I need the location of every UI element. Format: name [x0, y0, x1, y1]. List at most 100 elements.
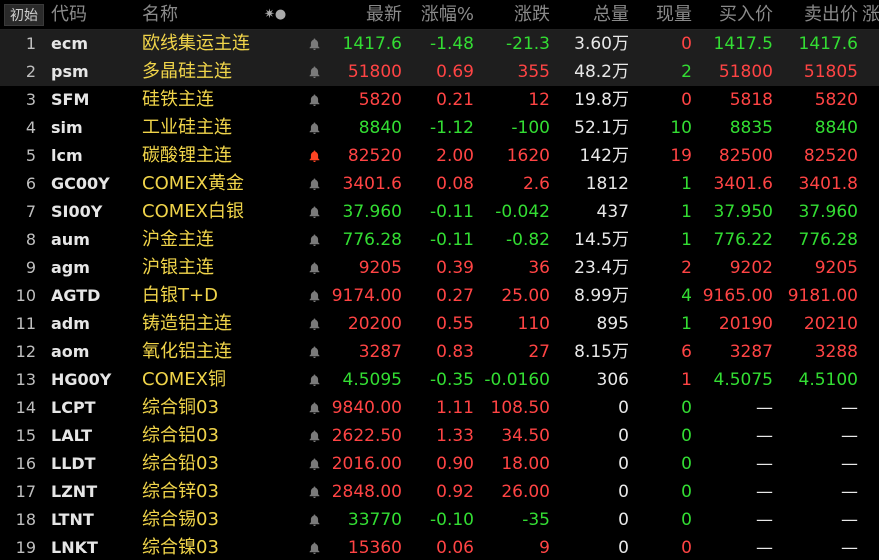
row-index: 12 [15, 342, 36, 361]
last-price: 2622.50 [331, 426, 402, 446]
table-row[interactable]: 17 LZNT 综合锌03 2848.00 0.92 26.00 0 0 — — [0, 478, 879, 506]
col-header-vol[interactable]: 总量 [555, 0, 629, 30]
row-index: 6 [25, 174, 36, 193]
symbol-code: HG00Y [51, 370, 112, 389]
bid-price: 3287 [729, 342, 773, 362]
bid-price: 51800 [718, 62, 773, 82]
col-header-name[interactable]: 名称 [142, 0, 222, 30]
total-volume: 437 [596, 202, 629, 222]
ask-price: 4.5100 [798, 370, 858, 390]
symbol-name: 沪银主连 [142, 257, 214, 278]
symbol-name: COMEX铜 [142, 369, 226, 390]
current-volume: 0 [681, 482, 692, 502]
table-row[interactable]: 4 sim 工业硅主连 8840 -1.12 -100 52.1万 10 8835 8840 [0, 114, 879, 142]
total-volume: 0 [618, 426, 629, 446]
total-volume: 895 [596, 314, 629, 334]
table-row[interactable]: 12 aom 氧化铝主连 3287 0.83 27 8.15万 6 3287 3288 [0, 338, 879, 366]
bid-price: 8835 [729, 118, 773, 138]
current-volume: 1 [681, 370, 692, 390]
last-price: 776.28 [342, 230, 402, 250]
change-percent: 0.39 [436, 258, 474, 278]
ask-price: 8840 [814, 118, 858, 138]
change-amount: 355 [517, 62, 550, 82]
change-amount: 36 [528, 258, 550, 278]
symbol-name: 沪金主连 [142, 229, 214, 250]
table-row[interactable]: 10 AGTD 白银T+D 9174.00 0.27 25.00 8.99万 4 9165.00… [0, 282, 879, 310]
ask-price: — [841, 426, 858, 446]
current-volume: 0 [681, 426, 692, 446]
row-index: 2 [25, 62, 36, 81]
col-header-extra[interactable]: 涨 [862, 0, 879, 30]
table-row[interactable]: 19 LNKT 综合镍03 15360 0.06 9 0 0 — — [0, 534, 879, 560]
current-volume: 4 [681, 286, 692, 306]
column-settings-icon[interactable]: ✷● [264, 0, 286, 30]
change-percent: 1.11 [436, 398, 474, 418]
col-header-pct[interactable]: 涨幅% [405, 0, 474, 30]
symbol-name: COMEX黄金 [142, 173, 244, 194]
change-amount: -21.3 [506, 34, 550, 54]
total-volume: 3.60万 [574, 34, 629, 54]
table-row[interactable]: 8 aum 沪金主连 776.28 -0.11 -0.82 14.5万 1 776.22 776.… [0, 226, 879, 254]
change-percent: 0.21 [436, 90, 474, 110]
change-amount: 12 [528, 90, 550, 110]
table-row[interactable]: 2 psm 多晶硅主连 51800 0.69 355 48.2万 2 51800 51805 [0, 58, 879, 86]
table-row[interactable]: 11 adm 铸造铝主连 20200 0.55 110 895 1 20190 20210 [0, 310, 879, 338]
col-header-ask[interactable]: 卖出价 [780, 0, 858, 30]
symbol-name: 欧线集运主连 [142, 33, 250, 54]
current-volume: 1 [681, 202, 692, 222]
table-row[interactable]: 7 SI00Y COMEX白银 37.960 -0.11 -0.042 437 1 37.950… [0, 198, 879, 226]
last-price: 2016.00 [331, 454, 402, 474]
row-index: 8 [25, 230, 36, 249]
change-amount: 1620 [506, 146, 550, 166]
table-row[interactable]: 18 LTNT 综合锡03 33770 -0.10 -35 0 0 — — [0, 506, 879, 534]
row-index: 3 [25, 90, 36, 109]
total-volume: 52.1万 [574, 118, 629, 138]
table-row[interactable]: 5 lcm 碳酸锂主连 82520 2.00 1620 142万 19 82500 82520 [0, 142, 879, 170]
symbol-code: LLDT [51, 454, 96, 473]
change-amount: 2.6 [522, 174, 550, 194]
last-price: 51800 [347, 62, 402, 82]
change-percent: -0.10 [430, 510, 474, 530]
table-row[interactable]: 1 ecm 欧线集运主连 1417.6 -1.48 -21.3 3.60万 0 1417.5 14… [0, 30, 879, 58]
current-volume: 0 [681, 398, 692, 418]
total-volume: 19.8万 [574, 90, 629, 110]
table-row[interactable]: 14 LCPT 综合铜03 9840.00 1.11 108.50 0 0 — — [0, 394, 879, 422]
row-index: 11 [15, 314, 36, 333]
row-index: 1 [25, 34, 36, 53]
table-row[interactable]: 6 GC00Y COMEX黄金 3401.6 0.08 2.6 1812 1 3401.6 340… [0, 170, 879, 198]
col-header-chg[interactable]: 涨跌 [478, 0, 550, 30]
symbol-name: 工业硅主连 [142, 117, 232, 138]
initial-sort-button[interactable]: 初始 [4, 4, 44, 26]
ask-price: 5820 [814, 90, 858, 110]
col-header-cur[interactable]: 现量 [640, 0, 692, 30]
ask-price: 1417.6 [798, 34, 858, 54]
change-amount: 18.00 [501, 454, 550, 474]
table-row[interactable]: 9 agm 沪银主连 9205 0.39 36 23.4万 2 9202 9205 [0, 254, 879, 282]
bid-price: — [756, 454, 773, 474]
table-row[interactable]: 3 SFM 硅铁主连 5820 0.21 12 19.8万 0 5818 5820 [0, 86, 879, 114]
bid-price: — [756, 482, 773, 502]
bid-price: 9202 [729, 258, 773, 278]
current-volume: 19 [670, 146, 692, 166]
table-row[interactable]: 15 LALT 综合铝03 2622.50 1.33 34.50 0 0 — — [0, 422, 879, 450]
ask-price: — [841, 482, 858, 502]
col-header-code[interactable]: 代码 [51, 0, 131, 30]
row-index: 5 [25, 146, 36, 165]
col-header-last[interactable]: 最新 [320, 0, 402, 30]
change-percent: 0.08 [436, 174, 474, 194]
symbol-code: adm [51, 314, 90, 333]
row-index: 18 [15, 510, 36, 529]
total-volume: 48.2万 [574, 62, 629, 82]
total-volume: 0 [618, 538, 629, 558]
row-index: 14 [15, 398, 36, 417]
total-volume: 8.99万 [574, 286, 629, 306]
table-row[interactable]: 13 HG00Y COMEX铜 4.5095 -0.35 -0.0160 306 1 4.507… [0, 366, 879, 394]
current-volume: 1 [681, 174, 692, 194]
symbol-name: 碳酸锂主连 [142, 145, 232, 166]
col-header-bid[interactable]: 买入价 [700, 0, 773, 30]
change-amount: -35 [522, 510, 550, 530]
table-row[interactable]: 16 LLDT 综合铅03 2016.00 0.90 18.00 0 0 — — [0, 450, 879, 478]
row-index: 19 [15, 538, 36, 557]
row-index: 15 [15, 426, 36, 445]
change-amount: 108.50 [490, 398, 550, 418]
